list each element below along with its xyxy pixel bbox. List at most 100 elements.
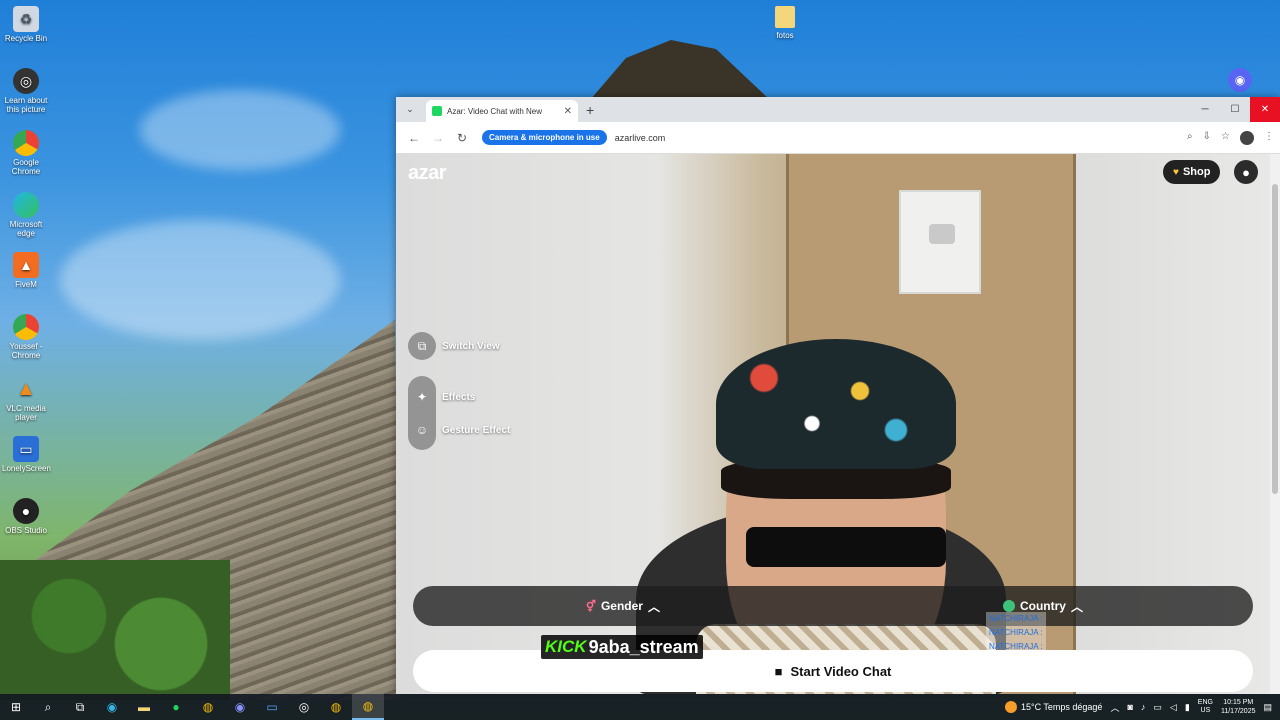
effects-button[interactable]: ✦ Effects <box>408 383 475 411</box>
tab-strip: ⌄ Azar: Video Chat with New ✕ + ─ ☐ ✕ <box>396 97 1280 122</box>
chrome-icon <box>13 314 39 340</box>
address-bar-actions: ⌕ ⇩ ☆ ⋮ <box>1187 130 1274 145</box>
match-filters: ⚥ Gender ︿ Country ︿ <box>413 586 1253 626</box>
chrome-taskbar-icon[interactable]: ◍ <box>192 694 224 720</box>
battery-tray-icon[interactable]: ▮ <box>1185 702 1190 713</box>
chrome-icon <box>13 130 39 156</box>
camera-icon: ◎ <box>13 68 39 94</box>
show-hidden-icons-chevron-icon[interactable]: ︿ <box>1110 701 1119 714</box>
desktop-icon-google-chrome[interactable]: Google Chrome <box>2 130 50 176</box>
search-icon[interactable]: ⌕ <box>32 694 64 720</box>
new-tab-button[interactable]: + <box>586 102 594 118</box>
desktop-icon-vlc[interactable]: ▲ VLC media player <box>2 376 50 423</box>
lonelyscreen-taskbar-icon[interactable]: ▭ <box>256 694 288 720</box>
desktop-cloud <box>60 220 340 340</box>
video-camera-icon: ■ <box>774 663 783 679</box>
desktop-icon-youssef-chrome[interactable]: Youssef - Chrome <box>2 314 50 360</box>
video-person-cap <box>716 339 956 469</box>
switch-view-button[interactable]: ⧉ Switch View <box>408 332 500 360</box>
file-explorer-icon[interactable]: ▬ <box>128 694 160 720</box>
fivem-icon: ▲ <box>13 252 39 278</box>
camera-tray-icon[interactable]: ◙ <box>1127 702 1132 712</box>
volume-tray-icon[interactable]: ◁ <box>1170 702 1177 713</box>
address-bar: ← → ↻ Camera & microphone in use azarliv… <box>396 122 1280 154</box>
sparkle-icon: ✦ <box>416 390 428 404</box>
start-button[interactable]: ⊞ <box>0 694 32 720</box>
chevron-up-icon: ︿ <box>647 599 660 614</box>
stream-chat-overlay: NATCHIRAJA : NATCHIRAJA : NATCHIRAJA : <box>986 612 1046 654</box>
tab-azar[interactable]: Azar: Video Chat with New ✕ <box>426 100 578 122</box>
desktop-trees <box>0 560 230 700</box>
spotify-icon[interactable]: ● <box>160 694 192 720</box>
taskbar: ⊞ ⌕ ⧉ ◉ ▬ ● ◍ ◉ ▭ ◎ ◍ ◍ 15°C Temps dégag… <box>0 694 1280 720</box>
recycle-bin-icon: ♻ <box>13 6 39 32</box>
forward-button[interactable]: → <box>426 131 450 145</box>
language-indicator[interactable]: ENG US <box>1198 699 1213 715</box>
plaque-logo <box>929 224 955 244</box>
chrome-active-taskbar-icon[interactable]: ◍ <box>352 694 384 720</box>
switch-view-icon: ⧉ <box>417 338 427 353</box>
azar-page: azar ♥ Shop ● ⧉ Switch View ✦ Effects ☺ … <box>396 154 1270 694</box>
stream-username: 9aba_stream <box>588 636 699 657</box>
monitor-icon: ▭ <box>13 436 39 462</box>
close-window-button[interactable]: ✕ <box>1250 97 1280 122</box>
back-button[interactable]: ← <box>402 131 426 145</box>
install-app-icon[interactable]: ⇩ <box>1203 131 1211 145</box>
desktop-icon-recycle-bin[interactable]: ♻ Recycle Bin <box>2 6 50 43</box>
desktop-icon-learn-picture[interactable]: ◎ Learn about this picture <box>2 68 50 114</box>
user-icon: ● <box>1242 164 1250 180</box>
minimize-button[interactable]: ─ <box>1190 97 1220 122</box>
azar-favicon-icon <box>432 106 442 116</box>
maximize-button[interactable]: ☐ <box>1220 97 1250 122</box>
zoom-icon[interactable]: ⌕ <box>1187 131 1193 145</box>
window-controls: ─ ☐ ✕ <box>1190 97 1280 122</box>
vlc-icon: ▲ <box>16 377 36 400</box>
profile-button[interactable]: ● <box>1234 160 1258 184</box>
video-person-sunglasses <box>746 527 946 567</box>
gender-icon: ⚥ <box>586 600 596 613</box>
start-video-chat-button[interactable]: ■ Start Video Chat <box>413 650 1253 692</box>
weather-sun-icon <box>1004 701 1017 713</box>
weather-widget[interactable]: 15°C Temps dégagé <box>1004 701 1102 713</box>
azar-logo[interactable]: azar <box>408 162 447 185</box>
discord-icon[interactable]: ◉ <box>1228 68 1252 92</box>
globe-icon <box>1002 600 1015 612</box>
network-tray-icon[interactable]: ▭ <box>1153 702 1162 713</box>
obs-taskbar-icon[interactable]: ◎ <box>288 694 320 720</box>
camera-in-use-badge[interactable]: Camera & microphone in use <box>482 130 607 145</box>
desktop-icon-fivem[interactable]: ▲ FiveM <box>2 252 50 289</box>
scrollbar-thumb[interactable] <box>1272 184 1278 494</box>
task-view-icon[interactable]: ⧉ <box>64 694 96 720</box>
chat-line: NATCHIRAJA : <box>986 612 1046 626</box>
microphone-tray-icon[interactable]: ♪ <box>1141 702 1146 712</box>
chat-line: NATCHIRAJA : <box>986 626 1046 640</box>
reload-button[interactable]: ↻ <box>450 131 474 145</box>
more-menu-icon[interactable]: ⋮ <box>1264 131 1274 145</box>
tab-close-icon[interactable]: ✕ <box>564 106 572 117</box>
bookmark-star-icon[interactable]: ☆ <box>1221 131 1230 145</box>
desktop-icon-obs[interactable]: ● OBS Studio <box>2 498 50 535</box>
gesture-icon: ☺ <box>415 423 429 437</box>
system-clock[interactable]: 10:15 PM 11/17/2025 <box>1221 698 1256 716</box>
video-background-plaque <box>899 190 981 294</box>
chevron-up-icon: ︿ <box>1070 599 1083 614</box>
notifications-icon[interactable]: ▤ <box>1263 702 1272 713</box>
profile-avatar[interactable] <box>1240 130 1254 145</box>
shop-button[interactable]: ♥ Shop <box>1163 160 1221 184</box>
gesture-effect-button[interactable]: ☺ Gesture Effect <box>408 416 511 444</box>
tab-search-icon[interactable]: ⌄ <box>400 100 420 120</box>
desktop-folder-fotos[interactable]: fotos <box>762 6 808 40</box>
kick-logo: KICK <box>545 637 587 656</box>
chrome-profile-taskbar-icon[interactable]: ◍ <box>320 694 352 720</box>
tab-title: Azar: Video Chat with New <box>447 106 543 116</box>
discord-taskbar-icon[interactable]: ◉ <box>224 694 256 720</box>
edge-icon <box>13 192 39 218</box>
desktop-icon-microsoft-edge[interactable]: Microsoft edge <box>2 192 50 238</box>
url-field[interactable]: azarlive.com <box>615 133 1187 143</box>
browser-window: ⌄ Azar: Video Chat with New ✕ + ─ ☐ ✕ ← … <box>396 97 1280 694</box>
gender-filter[interactable]: ⚥ Gender ︿ <box>413 586 833 626</box>
desktop-rock <box>590 40 770 100</box>
edge-taskbar-icon[interactable]: ◉ <box>96 694 128 720</box>
desktop-icon-lonelyscreen[interactable]: ▭ LonelyScreen <box>2 436 51 473</box>
page-scrollbar[interactable] <box>1270 154 1280 694</box>
